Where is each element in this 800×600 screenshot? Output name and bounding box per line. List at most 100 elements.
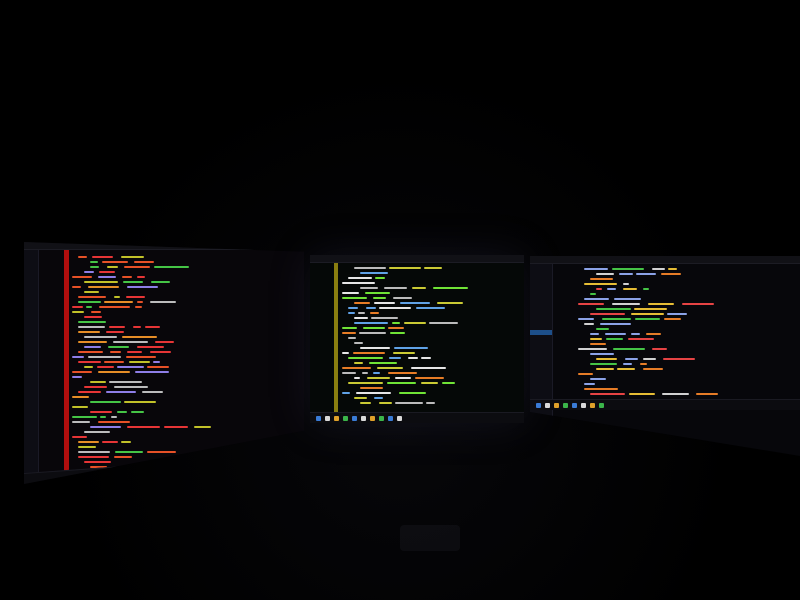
code-token (84, 336, 117, 338)
code-token (78, 391, 101, 393)
code-token (348, 277, 372, 279)
taskbar-app-icon[interactable] (325, 416, 330, 421)
code-token (578, 303, 604, 305)
code-token (696, 393, 718, 395)
code-token (153, 361, 160, 363)
code-token (342, 297, 367, 299)
code-token (78, 451, 110, 453)
taskbar-app-icon[interactable] (388, 416, 393, 421)
code-token (442, 382, 455, 384)
code-token (90, 401, 121, 403)
code-token (90, 381, 106, 383)
code-token (72, 396, 89, 398)
code-token (121, 441, 131, 443)
code-token (437, 302, 463, 304)
code-token (625, 358, 638, 360)
code-token (150, 351, 171, 353)
code-token (584, 388, 618, 390)
code-token (389, 267, 421, 269)
taskbar-app-icon[interactable] (554, 403, 559, 408)
taskbar-app-icon[interactable] (370, 416, 375, 421)
center-line-number-gutter (334, 263, 338, 413)
taskbar-app-icon[interactable] (397, 416, 402, 421)
code-token (342, 332, 356, 334)
code-token (373, 297, 386, 299)
code-token (84, 461, 111, 463)
code-token (643, 288, 649, 290)
code-token (648, 303, 674, 305)
code-token (612, 303, 640, 305)
code-token (354, 322, 388, 324)
taskbar-app-icon[interactable] (316, 416, 321, 421)
code-token (375, 277, 385, 279)
code-token (578, 373, 593, 375)
code-token (109, 326, 125, 328)
code-token (134, 261, 154, 263)
code-token (584, 283, 617, 285)
code-token (135, 371, 169, 373)
code-token (584, 323, 594, 325)
code-token (104, 301, 133, 303)
right-taskbar (530, 399, 800, 410)
code-token (367, 377, 390, 379)
code-token (664, 318, 681, 320)
code-token (78, 321, 106, 323)
code-token (88, 286, 119, 288)
taskbar-app-icon[interactable] (379, 416, 384, 421)
code-token (374, 397, 383, 399)
code-token (596, 308, 631, 310)
code-token (373, 372, 380, 374)
code-token (194, 426, 211, 428)
code-token (99, 271, 115, 273)
code-token (605, 333, 626, 335)
code-token (590, 343, 606, 345)
code-token (415, 377, 444, 379)
code-token (636, 273, 656, 275)
center-menu-bar (310, 255, 524, 263)
code-token (429, 322, 458, 324)
code-token (682, 303, 714, 305)
taskbar-app-icon[interactable] (599, 403, 604, 408)
taskbar-app-icon[interactable] (343, 416, 348, 421)
code-token (652, 348, 667, 350)
code-token (363, 327, 385, 329)
code-token (137, 276, 145, 278)
taskbar-app-icon[interactable] (536, 403, 541, 408)
taskbar-app-icon[interactable] (334, 416, 339, 421)
code-token (115, 451, 143, 453)
taskbar-app-icon[interactable] (361, 416, 366, 421)
code-token (590, 338, 602, 340)
taskbar-app-icon[interactable] (563, 403, 568, 408)
code-token (123, 281, 143, 283)
code-token (78, 361, 101, 363)
code-token (643, 358, 656, 360)
code-token (124, 266, 150, 268)
center-monitor-screen (310, 255, 524, 423)
code-token (416, 307, 445, 309)
code-token (129, 361, 150, 363)
code-token (377, 367, 403, 369)
code-token (126, 296, 145, 298)
code-token (617, 368, 635, 370)
taskbar-app-icon[interactable] (581, 403, 586, 408)
taskbar-app-icon[interactable] (545, 403, 550, 408)
taskbar-app-icon[interactable] (572, 403, 577, 408)
code-token (78, 351, 103, 353)
code-token (110, 351, 121, 353)
code-token (393, 297, 412, 299)
code-token (109, 381, 142, 383)
code-token (360, 287, 378, 289)
taskbar-app-icon[interactable] (352, 416, 357, 421)
code-token (114, 456, 132, 458)
taskbar-app-icon[interactable] (590, 403, 595, 408)
code-token (78, 441, 99, 443)
code-token (348, 382, 383, 384)
code-token (72, 306, 83, 308)
code-token (348, 337, 356, 339)
code-token (117, 411, 127, 413)
code-token (662, 393, 689, 395)
code-token (379, 307, 411, 309)
code-token (122, 336, 157, 338)
code-token (122, 276, 132, 278)
code-token (98, 421, 130, 423)
